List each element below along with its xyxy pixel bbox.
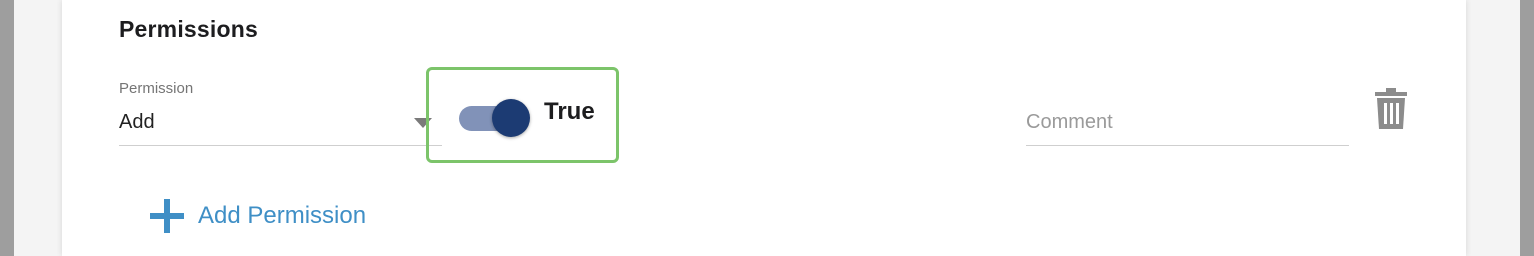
section-title: Permissions	[119, 16, 258, 42]
trash-icon	[1375, 88, 1407, 129]
permission-select[interactable]: Permission Add	[119, 78, 442, 146]
add-permission-button[interactable]: Add Permission	[150, 196, 366, 236]
comment-field	[1026, 100, 1349, 146]
plus-icon	[150, 199, 184, 233]
permission-value: Add	[119, 111, 155, 133]
add-permission-label: Add Permission	[198, 202, 367, 229]
toggle-thumb[interactable]	[492, 99, 530, 137]
permissions-card: Permissions Permission Add True Comment …	[62, 0, 1466, 256]
delete-permission-button[interactable]	[1372, 88, 1410, 130]
permission-underline	[119, 145, 442, 146]
true-toggle-switch[interactable]	[459, 99, 531, 143]
comment-underline	[1026, 145, 1349, 146]
comment-input[interactable]	[1026, 100, 1349, 144]
toggle-highlight-box: True	[426, 67, 619, 163]
permission-label: Permission	[119, 80, 194, 97]
toggle-label: True	[544, 98, 595, 125]
